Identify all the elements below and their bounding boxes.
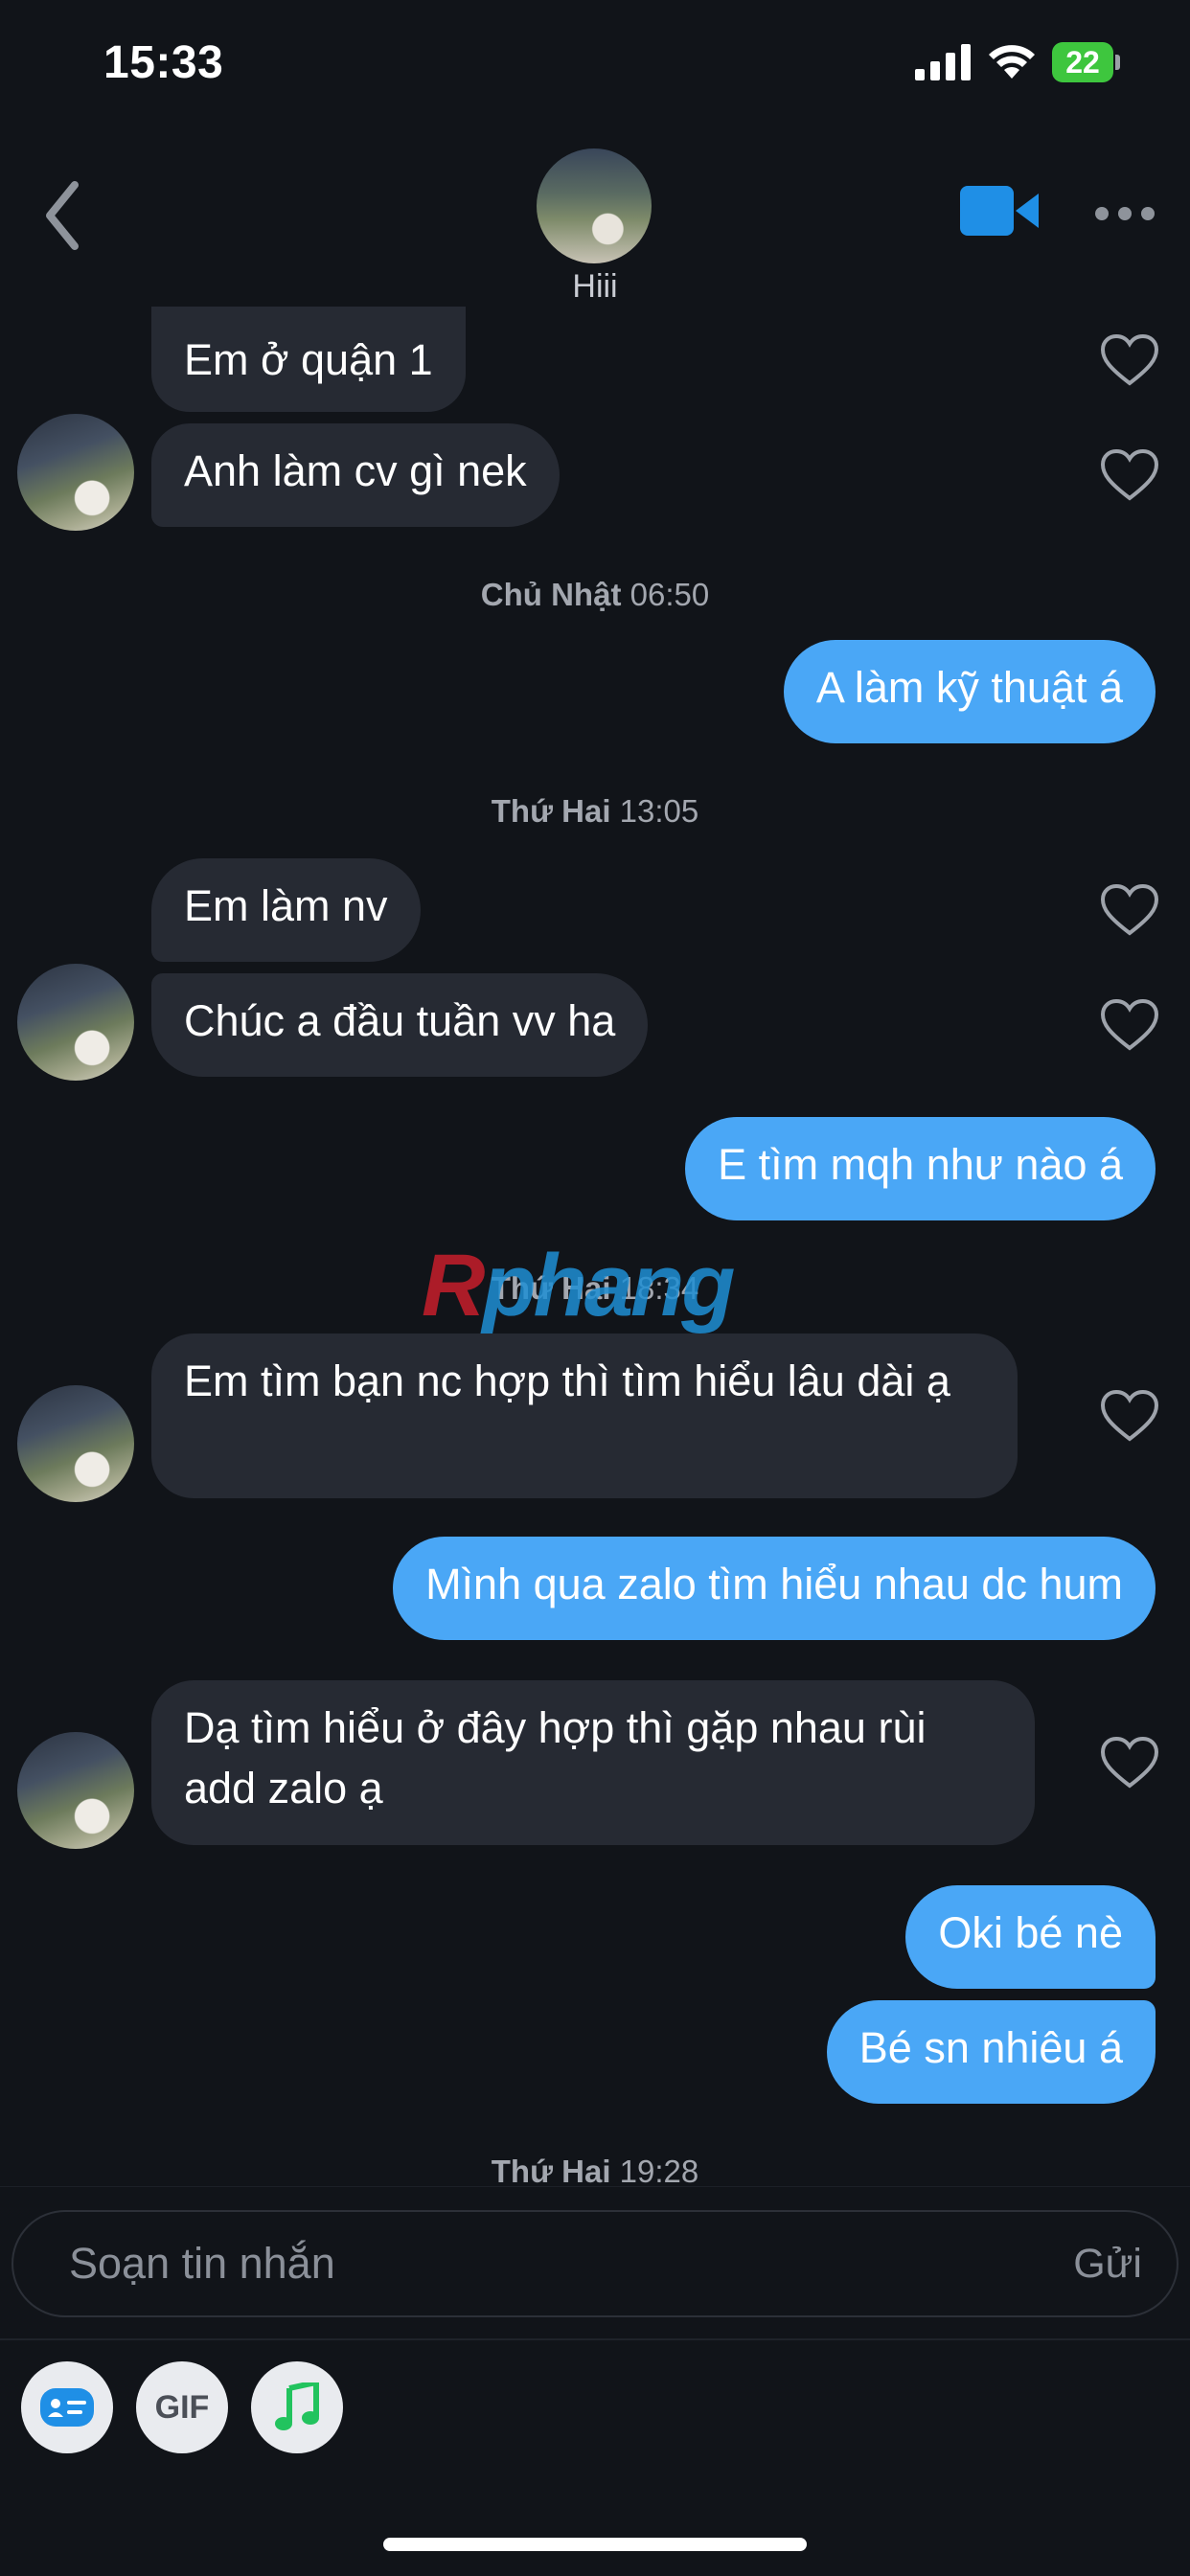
outgoing-message[interactable]: Bé sn nhiêu á (826, 2000, 1156, 2104)
back-icon[interactable] (38, 177, 86, 254)
message-input-placeholder: Soạn tin nhắn (69, 2239, 335, 2288)
contact-avatar-small[interactable] (17, 1732, 134, 1849)
heart-icon[interactable] (1100, 1736, 1159, 1790)
music-icon (275, 2382, 319, 2430)
contact-card-button[interactable] (21, 2361, 113, 2453)
composer-divider (0, 2338, 1190, 2340)
contact-card-icon (40, 2388, 94, 2427)
date-divider: Thứ Hai 19:28 (491, 2154, 699, 2189)
music-button[interactable] (251, 2361, 343, 2453)
incoming-message[interactable]: Anh làm cv gì nek (151, 423, 560, 527)
composer: Soạn tin nhắn Gửi GIF (0, 2186, 1190, 2576)
send-button[interactable]: Gửi (1073, 2241, 1142, 2288)
heart-icon[interactable] (1100, 333, 1159, 387)
status-bar: 15:33 22 (0, 0, 1190, 125)
outgoing-message[interactable]: E tìm mqh như nào á (685, 1117, 1156, 1220)
incoming-message[interactable]: Em làm nv (151, 858, 421, 962)
outgoing-message[interactable]: Oki bé nè (905, 1885, 1156, 1989)
contact-avatar-small[interactable] (17, 964, 134, 1081)
gif-button[interactable]: GIF (136, 2361, 228, 2453)
contact-avatar-small[interactable] (17, 414, 134, 531)
incoming-message[interactable]: Em tìm bạn nc hợp thì tìm hiểu lâu dài ạ (151, 1334, 1018, 1498)
outgoing-message[interactable]: Mình qua zalo tìm hiểu nhau dc hum (393, 1537, 1156, 1640)
incoming-message[interactable]: Chúc a đầu tuần vv ha (151, 973, 649, 1077)
contact-name[interactable]: Hiii (0, 268, 1190, 306)
home-indicator[interactable] (383, 2538, 807, 2551)
message-input[interactable]: Soạn tin nhắn Gửi (11, 2210, 1179, 2317)
battery-level: 22 (1065, 45, 1100, 80)
gif-label: GIF (154, 2388, 210, 2426)
date-divider: Chủ Nhật 06:50 (480, 577, 710, 612)
heart-icon[interactable] (1100, 883, 1159, 937)
wifi-icon (989, 45, 1035, 79)
signal-icon (915, 44, 971, 80)
contact-avatar-small[interactable] (17, 1385, 134, 1502)
contact-avatar[interactable] (537, 148, 652, 263)
battery-indicator: 22 (1052, 42, 1121, 82)
date-divider: Thứ Hai 13:05 (491, 793, 699, 829)
status-time: 15:33 (103, 37, 224, 88)
video-call-icon[interactable] (960, 184, 1041, 238)
incoming-message[interactable]: Dạ tìm hiểu ở đây hợp thì gặp nhau rùi a… (151, 1680, 1035, 1845)
heart-icon[interactable] (1100, 448, 1159, 502)
incoming-message[interactable]: Em ở quận 1 (151, 307, 466, 412)
chat-header: Hiii (0, 125, 1190, 316)
watermark-logo: Rphang (422, 1237, 735, 1334)
more-icon[interactable] (1094, 206, 1156, 221)
heart-icon[interactable] (1100, 1389, 1159, 1443)
outgoing-message[interactable]: A làm kỹ thuật á (783, 640, 1156, 743)
heart-icon[interactable] (1100, 998, 1159, 1052)
